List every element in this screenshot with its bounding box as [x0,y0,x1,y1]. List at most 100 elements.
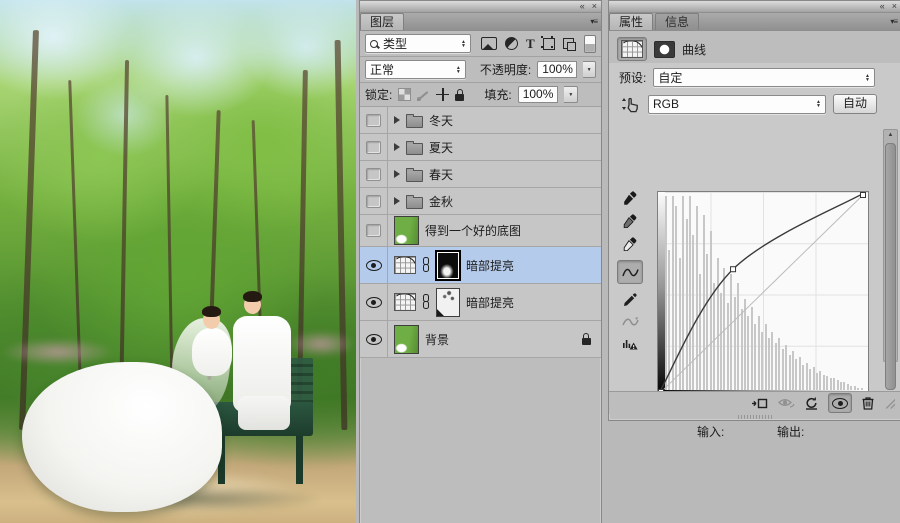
visibility-toggle[interactable] [360,247,388,283]
black-point-eyedropper-icon[interactable] [623,191,637,205]
histogram-clipping-warning-icon[interactable] [622,337,638,350]
close-panel-button[interactable]: × [592,2,597,11]
lock-transparency-icon[interactable] [398,88,411,101]
filter-smart-objects-icon[interactable] [563,38,574,49]
smooth-curve-icon[interactable] [622,316,639,328]
lock-position-icon[interactable] [436,88,449,101]
visibility-toggle[interactable] [360,188,388,214]
baseline-diagonal [658,192,866,395]
targeted-adjustment-tool-icon[interactable] [619,96,641,113]
curves-icon [621,40,643,58]
reset-button[interactable] [804,396,819,410]
layer-name[interactable]: 暗部提亮 [466,257,514,274]
view-previous-state-button[interactable] [777,397,795,410]
visibility-toggle[interactable] [360,321,388,357]
layer-row-group[interactable]: 金秋 [360,188,601,215]
link-mask-icon[interactable] [422,257,430,274]
layer-row-background[interactable]: 背景 [360,321,601,358]
layers-panel-menu-button[interactable]: ▾≡ [590,17,597,26]
edit-points-tool-button[interactable] [617,260,643,284]
filter-adjustment-layers-icon[interactable] [505,37,518,50]
layer-name[interactable]: 夏天 [429,139,453,156]
layers-list: 冬天 夏天 春天 金秋 [360,107,601,358]
layer-name[interactable]: 冬天 [429,112,453,129]
tree-trunk [19,30,39,430]
tree-trunk [119,60,129,410]
lock-image-icon[interactable] [417,89,430,101]
white-point-eyedropper-icon[interactable] [623,237,637,251]
folder-icon [406,143,423,155]
layer-name[interactable]: 得到一个好的底图 [425,222,521,239]
collapse-panel-button[interactable]: « [880,2,885,11]
filter-shape-layers-icon[interactable] [543,38,555,50]
visibility-toggle[interactable] [360,284,388,320]
auto-button[interactable]: 自动 [833,94,877,114]
properties-scrollbar[interactable]: ▲ ▼ [883,129,898,362]
fill-dropdown-button[interactable]: ▼ [564,86,578,103]
curves-plot[interactable] [657,191,869,398]
tab-layers[interactable]: 图层 [360,13,404,30]
layer-row-group[interactable]: 冬天 [360,107,601,134]
filter-pixel-layers-icon[interactable] [481,37,497,50]
curves-adjustment-icon[interactable] [394,293,416,311]
link-mask-icon[interactable] [422,294,430,311]
draw-curve-pencil-icon[interactable] [623,293,637,307]
curves-adjustment-icon[interactable] [394,256,416,274]
clip-to-layer-button[interactable] [751,397,768,410]
opacity-label: 不透明度: [480,61,531,78]
toggle-visibility-button[interactable] [828,393,852,413]
properties-panel-menu-button[interactable]: ▾≡ [890,17,897,26]
scrollbar-thumb[interactable] [885,143,896,390]
layer-row-adjustment[interactable]: 暗部提亮 [360,284,601,321]
fill-field[interactable]: 100% [518,86,559,103]
panel-resize-grip[interactable] [884,398,895,409]
visibility-toggle[interactable] [360,161,388,187]
curves-badge-button[interactable] [617,37,647,61]
disclosure-triangle-icon[interactable] [394,197,400,205]
layer-name[interactable]: 春天 [429,166,453,183]
filter-toggle-switch[interactable] [584,35,596,53]
curve-point-node[interactable] [731,267,736,272]
layers-blend-row: 正常 ▲▼ 不透明度: 100% ▼ [360,57,601,83]
layer-row-image[interactable]: 得到一个好的底图 [360,215,601,247]
mask-icon[interactable] [654,41,675,58]
visibility-toggle[interactable] [360,134,388,160]
preset-dropdown[interactable]: 自定 ▲▼ [653,68,875,87]
folder-icon [406,197,423,209]
flower-bed [286,330,356,358]
photo-canvas[interactable] [0,0,356,523]
layer-row-group[interactable]: 春天 [360,161,601,188]
gray-point-eyedropper-icon[interactable] [623,214,637,228]
spinner-arrows-icon: ▲▼ [461,40,466,48]
collapse-panel-button[interactable]: « [580,2,585,11]
layer-row-adjustment-selected[interactable]: 暗部提亮 [360,247,601,284]
layer-name[interactable]: 背景 [425,331,449,348]
delete-adjustment-button[interactable] [861,396,875,410]
layer-thumbnail[interactable] [394,325,419,354]
filter-type-dropdown[interactable]: 类型 ▲▼ [365,34,471,53]
disclosure-triangle-icon[interactable] [394,170,400,178]
lock-all-icon[interactable] [455,94,464,101]
disclosure-triangle-icon[interactable] [394,116,400,124]
tab-info[interactable]: 信息 [655,13,699,30]
channel-dropdown[interactable]: RGB ▲▼ [648,95,826,114]
layer-mask-thumbnail[interactable] [436,251,460,280]
curve-point-node[interactable] [861,193,866,198]
layer-row-group[interactable]: 夏天 [360,134,601,161]
panel-drag-gripper[interactable] [738,415,772,419]
layers-panel-chrome: « × [360,1,601,13]
visibility-toggle[interactable] [360,107,388,133]
disclosure-triangle-icon[interactable] [394,143,400,151]
close-panel-button[interactable]: × [892,2,897,11]
layer-name[interactable]: 暗部提亮 [466,294,514,311]
layer-thumbnail[interactable] [394,216,419,245]
blend-mode-dropdown[interactable]: 正常 ▲▼ [365,60,466,79]
opacity-dropdown-button[interactable]: ▼ [583,61,596,78]
visibility-toggle[interactable] [360,215,388,246]
opacity-field[interactable]: 100% [537,61,577,78]
scroll-up-button[interactable]: ▲ [888,130,894,141]
filter-type-layers-icon[interactable]: T [526,37,535,50]
tab-properties[interactable]: 属性 [609,13,653,30]
layer-name[interactable]: 金秋 [429,193,453,210]
layer-mask-thumbnail[interactable] [436,288,460,317]
